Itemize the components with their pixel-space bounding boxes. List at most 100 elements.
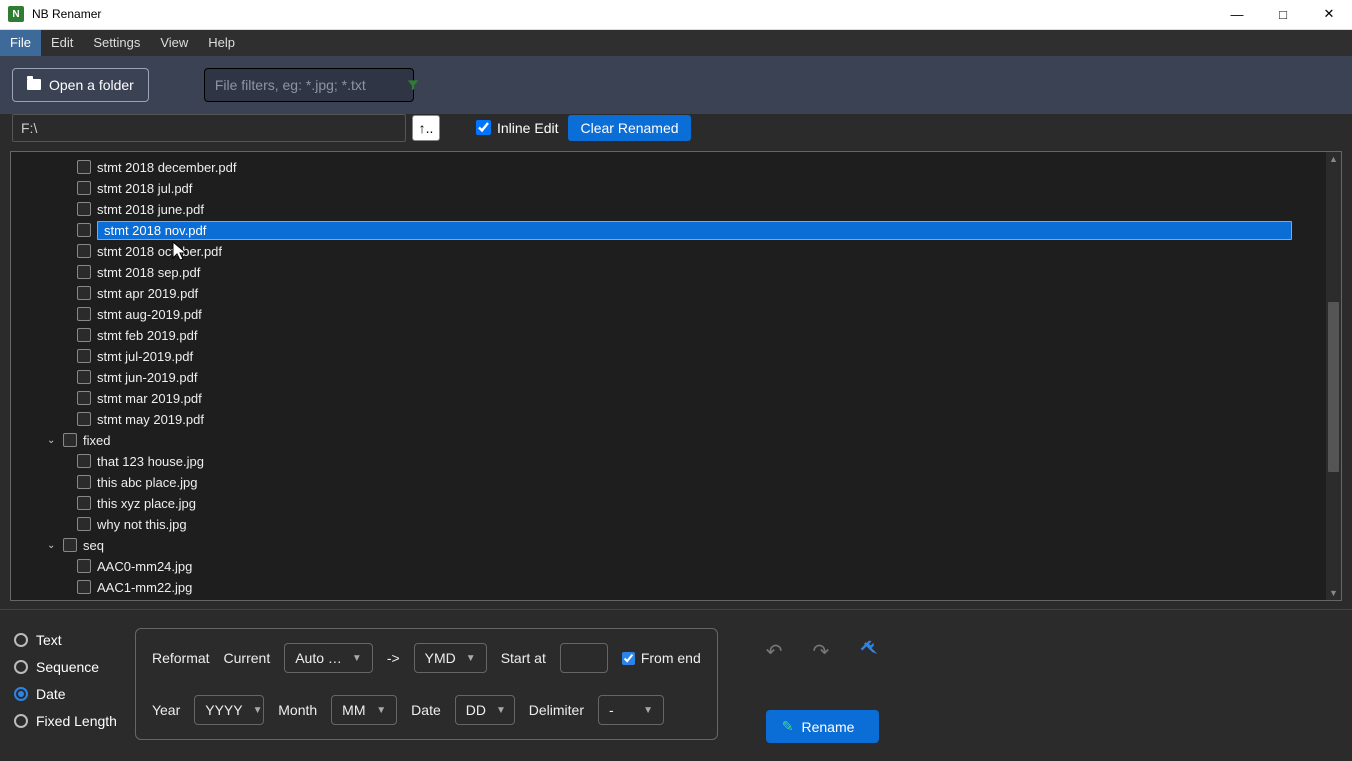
file-row[interactable]: stmt 2018 nov.pdf: [11, 220, 1326, 241]
folder-row[interactable]: ⌄fixed: [11, 430, 1326, 451]
scroll-up-icon[interactable]: ▲: [1326, 152, 1341, 166]
file-filter-field[interactable]: [204, 68, 414, 102]
file-row[interactable]: this xyz place.jpg: [11, 493, 1326, 514]
file-row[interactable]: AAC1-mm22.jpg: [11, 577, 1326, 598]
row-label: AAC1-mm22.jpg: [97, 580, 192, 595]
row-checkbox[interactable]: [77, 496, 91, 510]
delimiter-label: Delimiter: [529, 702, 584, 718]
menu-file[interactable]: File: [0, 30, 41, 56]
chevron-down-icon: ▼: [496, 705, 506, 716]
row-label: stmt mar 2019.pdf: [97, 391, 202, 406]
window-minimize[interactable]: —: [1214, 0, 1260, 29]
row-checkbox[interactable]: [77, 244, 91, 258]
path-row: ↑.. Inline Edit Clear Renamed: [0, 114, 1352, 151]
file-row[interactable]: stmt may 2019.pdf: [11, 409, 1326, 430]
row-checkbox[interactable]: [77, 223, 91, 237]
file-row[interactable]: stmt jul-2019.pdf: [11, 346, 1326, 367]
row-checkbox[interactable]: [77, 328, 91, 342]
row-checkbox[interactable]: [77, 181, 91, 195]
inline-edit-checkbox[interactable]: [476, 120, 491, 135]
radio-icon: [14, 660, 28, 674]
clear-renamed-button[interactable]: Clear Renamed: [568, 115, 690, 141]
row-label: stmt may 2019.pdf: [97, 412, 204, 427]
pencil-icon: ✎: [782, 718, 794, 735]
row-checkbox[interactable]: [77, 580, 91, 594]
year-label: Year: [152, 702, 180, 718]
row-checkbox[interactable]: [77, 286, 91, 300]
from-end-label: From end: [641, 650, 701, 666]
target-format-select[interactable]: YMD▼: [414, 643, 487, 673]
row-checkbox[interactable]: [77, 391, 91, 405]
menubar: FileEditSettingsViewHelp: [0, 30, 1352, 56]
up-directory-button[interactable]: ↑..: [412, 115, 440, 141]
day-select[interactable]: DD▼: [455, 695, 515, 725]
scrollbar[interactable]: ▲ ▼: [1326, 152, 1341, 600]
menu-edit[interactable]: Edit: [41, 30, 83, 56]
undo-icon[interactable]: ↶: [766, 639, 783, 664]
month-select[interactable]: MM▼: [331, 695, 397, 725]
file-filter-input[interactable]: [205, 77, 406, 93]
row-label: stmt 2018 june.pdf: [97, 202, 204, 217]
window-close[interactable]: ✕: [1306, 0, 1352, 29]
row-checkbox[interactable]: [77, 202, 91, 216]
delimiter-select[interactable]: -▼: [598, 695, 664, 725]
window-maximize[interactable]: □: [1260, 0, 1306, 29]
rename-panel: TextSequenceDateFixed Length Reformat Cu…: [0, 609, 1352, 761]
titlebar: N NB Renamer — □ ✕: [0, 0, 1352, 30]
file-row[interactable]: stmt 2018 jul.pdf: [11, 178, 1326, 199]
scroll-down-icon[interactable]: ▼: [1326, 586, 1341, 600]
menu-help[interactable]: Help: [198, 30, 245, 56]
file-row[interactable]: stmt 2018 sep.pdf: [11, 262, 1326, 283]
row-checkbox[interactable]: [77, 160, 91, 174]
folder-row[interactable]: ⌄seq: [11, 535, 1326, 556]
open-folder-button[interactable]: Open a folder: [12, 68, 149, 102]
row-checkbox[interactable]: [63, 433, 77, 447]
row-checkbox[interactable]: [77, 307, 91, 321]
file-row[interactable]: stmt apr 2019.pdf: [11, 283, 1326, 304]
row-checkbox[interactable]: [77, 559, 91, 573]
mode-fixed-length[interactable]: Fixed Length: [14, 713, 117, 729]
row-label: stmt 2018 sep.pdf: [97, 265, 200, 280]
menu-settings[interactable]: Settings: [83, 30, 150, 56]
chevron-down-icon[interactable]: ⌄: [47, 435, 57, 446]
file-row[interactable]: stmt 2018 december.pdf: [11, 157, 1326, 178]
start-at-input[interactable]: [560, 643, 608, 673]
row-checkbox[interactable]: [77, 349, 91, 363]
row-checkbox[interactable]: [77, 265, 91, 279]
tools-icon[interactable]: [859, 638, 879, 664]
file-row[interactable]: that 123 house.jpg: [11, 451, 1326, 472]
path-input[interactable]: [12, 114, 406, 142]
row-label: stmt aug-2019.pdf: [97, 307, 202, 322]
file-row[interactable]: stmt jun-2019.pdf: [11, 367, 1326, 388]
file-row[interactable]: why not this.jpg: [11, 514, 1326, 535]
rename-label: Rename: [802, 719, 855, 735]
file-row[interactable]: stmt mar 2019.pdf: [11, 388, 1326, 409]
menu-view[interactable]: View: [150, 30, 198, 56]
row-label: why not this.jpg: [97, 517, 187, 532]
mode-sequence[interactable]: Sequence: [14, 659, 117, 675]
mode-text[interactable]: Text: [14, 632, 117, 648]
file-row[interactable]: stmt feb 2019.pdf: [11, 325, 1326, 346]
file-row[interactable]: this abc place.jpg: [11, 472, 1326, 493]
chevron-down-icon[interactable]: ⌄: [47, 540, 57, 551]
row-checkbox[interactable]: [77, 454, 91, 468]
rename-button[interactable]: ✎ Rename: [766, 710, 880, 743]
year-select[interactable]: YYYY▼: [194, 695, 264, 725]
file-row[interactable]: AAC0-mm24.jpg: [11, 556, 1326, 577]
row-checkbox[interactable]: [77, 517, 91, 531]
file-row[interactable]: stmt 2018 june.pdf: [11, 199, 1326, 220]
row-checkbox[interactable]: [77, 412, 91, 426]
radio-icon: [14, 687, 28, 701]
row-checkbox[interactable]: [77, 370, 91, 384]
from-end-checkbox[interactable]: [622, 652, 635, 665]
row-checkbox[interactable]: [77, 475, 91, 489]
row-checkbox[interactable]: [63, 538, 77, 552]
reformat-label: Reformat: [152, 650, 210, 666]
file-row[interactable]: stmt 2018 october.pdf: [11, 241, 1326, 262]
redo-icon[interactable]: ↷: [813, 639, 830, 664]
row-label: this xyz place.jpg: [97, 496, 196, 511]
mode-date[interactable]: Date: [14, 686, 117, 702]
current-format-select[interactable]: Auto …▼: [284, 643, 373, 673]
file-row[interactable]: stmt aug-2019.pdf: [11, 304, 1326, 325]
scroll-thumb[interactable]: [1328, 302, 1339, 472]
